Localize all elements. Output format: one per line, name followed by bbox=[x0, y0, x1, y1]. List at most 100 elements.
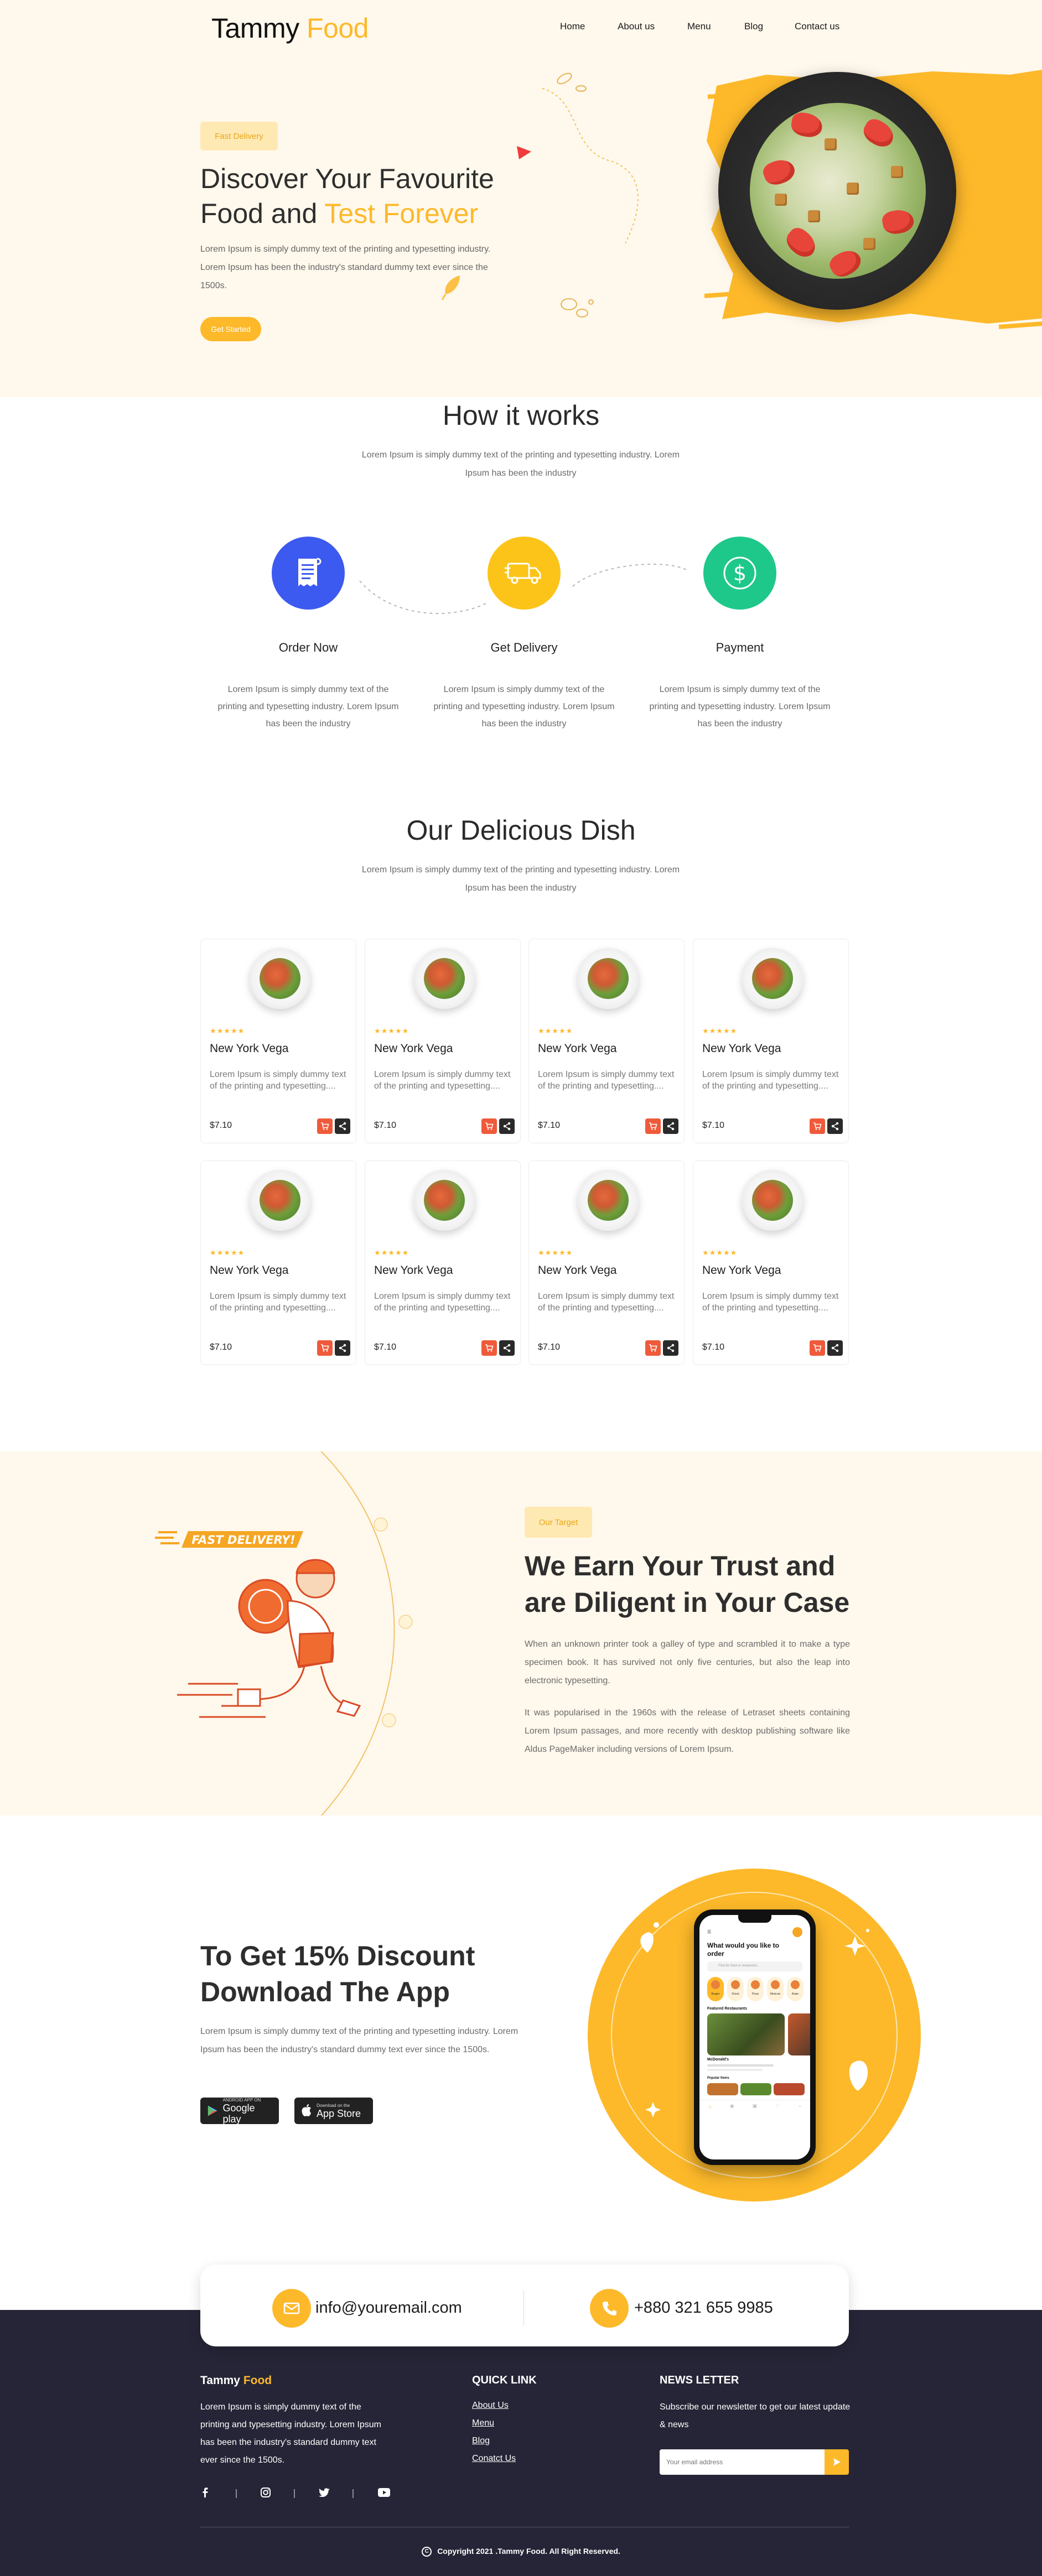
dish-price: $7.10 bbox=[702, 1342, 725, 1352]
phone-category-chip[interactable]: Mexican bbox=[767, 1977, 784, 2001]
salad bbox=[750, 103, 926, 279]
share-icon bbox=[667, 1122, 675, 1131]
phone-avatar bbox=[792, 1927, 802, 1937]
dollar-icon: $ bbox=[723, 556, 756, 590]
dish-card[interactable]: ★★★★★ New York Vega Lorem Ipsum is simply … bbox=[365, 939, 521, 1143]
cart-icon bbox=[321, 1122, 329, 1130]
dish-card[interactable]: ★★★★★ New York Vega Lorem Ipsum is simply … bbox=[693, 939, 849, 1143]
dish-price: $7.10 bbox=[374, 1121, 397, 1130]
footer-link-contact-us[interactable]: Conatct Us bbox=[472, 2454, 516, 2464]
nav-contact-us[interactable]: Contact us bbox=[795, 21, 850, 32]
share-icon bbox=[339, 1344, 346, 1352]
contact-phone[interactable]: +880 321 655 9985 bbox=[634, 2299, 773, 2317]
share-icon bbox=[831, 1344, 839, 1352]
footer-link-menu[interactable]: Menu bbox=[472, 2418, 494, 2428]
dish-card[interactable]: ★★★★★ New York Vega Lorem Ipsum is simply … bbox=[528, 939, 685, 1143]
dish-description: Lorem Ipsum is simply dummy text of the … bbox=[210, 1292, 346, 1313]
twitter-icon[interactable] bbox=[318, 2486, 330, 2499]
dish-name: New York Vega bbox=[210, 1264, 289, 1277]
dish-price: $7.10 bbox=[538, 1121, 561, 1130]
dish-description: Lorem Ipsum is simply dummy text of the … bbox=[210, 1070, 346, 1091]
dish-image bbox=[250, 1170, 310, 1231]
footer-link-blog[interactable]: Blog bbox=[472, 2436, 490, 2446]
location-tab-icon: ◉ bbox=[729, 2103, 734, 2109]
share-button[interactable] bbox=[663, 1118, 678, 1134]
rating-stars: ★★★★★ bbox=[210, 1248, 245, 1257]
dish-image bbox=[414, 1170, 475, 1231]
rating-stars: ★★★★★ bbox=[210, 1027, 245, 1035]
youtube-icon[interactable] bbox=[377, 2486, 391, 2499]
share-button[interactable] bbox=[827, 1118, 843, 1134]
share-button[interactable] bbox=[335, 1340, 350, 1356]
share-icon bbox=[339, 1122, 346, 1131]
share-button[interactable] bbox=[335, 1118, 350, 1134]
step-text-payment: Lorem Ipsum is simply dummy text of the … bbox=[649, 685, 831, 728]
app-title: To Get 15% Discount Download The App bbox=[200, 1940, 475, 2007]
dish-card[interactable]: ★★★★★ New York Vega Lorem Ipsum is simply … bbox=[365, 1160, 521, 1365]
trust-paragraph-1: When an unknown printer took a galley of… bbox=[525, 1640, 850, 1685]
phone-category-chip[interactable]: Burger bbox=[707, 1977, 724, 2001]
app-store-button[interactable]: Download on the App Store bbox=[294, 2098, 373, 2124]
play-triangle-icon bbox=[517, 146, 531, 159]
phone-category-chip[interactable]: Asian bbox=[787, 1977, 803, 2001]
dish-price: $7.10 bbox=[702, 1121, 725, 1130]
add-to-cart-button[interactable] bbox=[317, 1340, 333, 1356]
share-icon bbox=[667, 1344, 675, 1352]
share-button[interactable] bbox=[663, 1340, 678, 1356]
dish-price: $7.10 bbox=[210, 1342, 232, 1352]
rating-stars: ★★★★★ bbox=[374, 1248, 409, 1257]
add-to-cart-button[interactable] bbox=[810, 1118, 825, 1134]
nav-blog[interactable]: Blog bbox=[744, 21, 763, 32]
dish-card[interactable]: ★★★★★ New York Vega Lorem Ipsum is simply … bbox=[200, 1160, 356, 1365]
dish-name: New York Vega bbox=[538, 1264, 617, 1277]
add-to-cart-button[interactable] bbox=[645, 1118, 661, 1134]
google-play-button[interactable]: ANDROID APP ON Google play bbox=[200, 2098, 279, 2125]
add-to-cart-button[interactable] bbox=[481, 1118, 497, 1134]
leaf-icon bbox=[441, 275, 460, 300]
rating-stars: ★★★★★ bbox=[538, 1248, 573, 1257]
phone-category-chip[interactable]: Pizza bbox=[747, 1977, 764, 2001]
phone-restaurant-image bbox=[707, 2013, 785, 2055]
nav-menu[interactable]: Menu bbox=[687, 21, 711, 32]
dish-name: New York Vega bbox=[702, 1042, 781, 1055]
newsletter-heading: NEWS LETTER bbox=[660, 2374, 739, 2386]
nav-home[interactable]: Home bbox=[560, 21, 585, 32]
add-to-cart-button[interactable] bbox=[810, 1340, 825, 1356]
add-to-cart-button[interactable] bbox=[645, 1340, 661, 1356]
add-to-cart-button[interactable] bbox=[481, 1340, 497, 1356]
dish-card[interactable]: ★★★★★ New York Vega Lorem Ipsum is simply … bbox=[528, 1160, 685, 1365]
dish-price: $7.10 bbox=[374, 1342, 397, 1352]
add-to-cart-button[interactable] bbox=[317, 1118, 333, 1134]
nav-about-us[interactable]: About us bbox=[618, 21, 667, 32]
contact-email[interactable]: info@youremail.com bbox=[315, 2299, 462, 2317]
footer-logo[interactable]: Tammy Food bbox=[200, 2374, 272, 2387]
trust-paragraph-2: It was popularised in the 1960s with the… bbox=[525, 1708, 850, 1754]
phone-category-chip[interactable]: Donut bbox=[727, 1977, 744, 2001]
instagram-icon[interactable] bbox=[260, 2486, 271, 2499]
step-title-get-delivery: Get Delivery bbox=[490, 641, 558, 654]
dish-description: Lorem Ipsum is simply dummy text of the … bbox=[374, 1070, 511, 1091]
share-button[interactable] bbox=[499, 1340, 515, 1356]
get-started-button[interactable]: Get Started bbox=[200, 317, 261, 341]
newsletter-email-input[interactable] bbox=[660, 2449, 825, 2475]
email-icon bbox=[272, 2289, 311, 2328]
step-text-get-delivery: Lorem Ipsum is simply dummy text of the … bbox=[433, 685, 615, 728]
dish-card[interactable]: ★★★★★ New York Vega Lorem Ipsum is simply … bbox=[200, 939, 356, 1143]
phone-icon bbox=[590, 2289, 629, 2328]
contact-card: info@youremail.com +880 321 655 9985 bbox=[200, 2265, 849, 2346]
quick-link-heading: QUICK LINK bbox=[472, 2374, 537, 2386]
share-button[interactable] bbox=[499, 1118, 515, 1134]
dish-price: $7.10 bbox=[210, 1121, 232, 1130]
footer-link-about-us[interactable]: About Us bbox=[472, 2401, 509, 2411]
step-title-order-now: Order Now bbox=[278, 641, 338, 654]
facebook-icon[interactable] bbox=[201, 2486, 209, 2499]
newsletter-submit-button[interactable] bbox=[825, 2449, 849, 2475]
logo[interactable]: Tammy Food bbox=[211, 12, 369, 44]
dish-card[interactable]: ★★★★★ New York Vega Lorem Ipsum is simply … bbox=[693, 1160, 849, 1365]
phone-tab-bar: ⌂ ◉ ▣ ♡ ◔ bbox=[699, 2100, 810, 2112]
phone-search: Find for food or restaurant... bbox=[707, 1961, 802, 1971]
dish-description: Lorem Ipsum is simply dummy text of the … bbox=[702, 1292, 839, 1313]
phone-screen: ☰ What would you like to order Find for … bbox=[699, 1915, 810, 2159]
svg-text:FAST DELIVERY!: FAST DELIVERY! bbox=[191, 1533, 295, 1547]
share-button[interactable] bbox=[827, 1340, 843, 1356]
